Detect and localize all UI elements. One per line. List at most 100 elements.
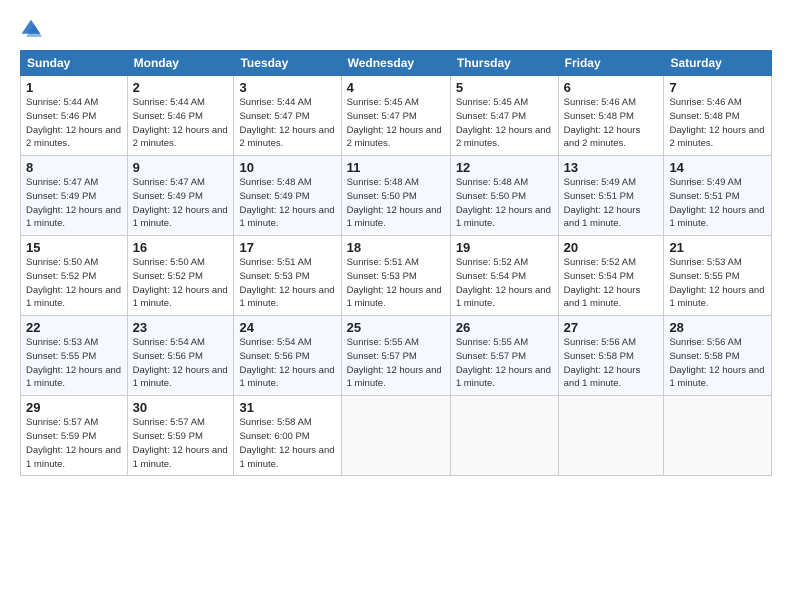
day-info: Sunrise: 5:45 AM Sunset: 5:47 PM Dayligh… (456, 96, 553, 151)
col-saturday: Saturday (664, 51, 772, 76)
calendar-cell: 5 Sunrise: 5:45 AM Sunset: 5:47 PM Dayli… (450, 76, 558, 156)
day-info: Sunrise: 5:55 AM Sunset: 5:57 PM Dayligh… (347, 336, 445, 391)
calendar-cell: 11 Sunrise: 5:48 AM Sunset: 5:50 PM Dayl… (341, 156, 450, 236)
page: Sunday Monday Tuesday Wednesday Thursday… (0, 0, 792, 486)
day-number: 15 (26, 240, 122, 255)
calendar-cell (558, 396, 664, 476)
day-info: Sunrise: 5:58 AM Sunset: 6:00 PM Dayligh… (239, 416, 335, 471)
calendar-cell: 4 Sunrise: 5:45 AM Sunset: 5:47 PM Dayli… (341, 76, 450, 156)
day-info: Sunrise: 5:45 AM Sunset: 5:47 PM Dayligh… (347, 96, 445, 151)
calendar-cell: 18 Sunrise: 5:51 AM Sunset: 5:53 PM Dayl… (341, 236, 450, 316)
day-number: 12 (456, 160, 553, 175)
calendar-cell: 23 Sunrise: 5:54 AM Sunset: 5:56 PM Dayl… (127, 316, 234, 396)
calendar-cell: 1 Sunrise: 5:44 AM Sunset: 5:46 PM Dayli… (21, 76, 128, 156)
day-info: Sunrise: 5:47 AM Sunset: 5:49 PM Dayligh… (26, 176, 122, 231)
calendar-cell: 14 Sunrise: 5:49 AM Sunset: 5:51 PM Dayl… (664, 156, 772, 236)
day-number: 4 (347, 80, 445, 95)
day-info: Sunrise: 5:55 AM Sunset: 5:57 PM Dayligh… (456, 336, 553, 391)
day-info: Sunrise: 5:53 AM Sunset: 5:55 PM Dayligh… (26, 336, 122, 391)
col-sunday: Sunday (21, 51, 128, 76)
day-info: Sunrise: 5:49 AM Sunset: 5:51 PM Dayligh… (564, 176, 659, 231)
day-number: 9 (133, 160, 229, 175)
day-info: Sunrise: 5:54 AM Sunset: 5:56 PM Dayligh… (239, 336, 335, 391)
day-number: 11 (347, 160, 445, 175)
day-info: Sunrise: 5:57 AM Sunset: 5:59 PM Dayligh… (133, 416, 229, 471)
calendar-cell (450, 396, 558, 476)
day-info: Sunrise: 5:44 AM Sunset: 5:47 PM Dayligh… (239, 96, 335, 151)
calendar-cell: 16 Sunrise: 5:50 AM Sunset: 5:52 PM Dayl… (127, 236, 234, 316)
week-row-2: 8 Sunrise: 5:47 AM Sunset: 5:49 PM Dayli… (21, 156, 772, 236)
calendar-cell: 13 Sunrise: 5:49 AM Sunset: 5:51 PM Dayl… (558, 156, 664, 236)
day-number: 10 (239, 160, 335, 175)
day-number: 22 (26, 320, 122, 335)
day-info: Sunrise: 5:57 AM Sunset: 5:59 PM Dayligh… (26, 416, 122, 471)
week-row-3: 15 Sunrise: 5:50 AM Sunset: 5:52 PM Dayl… (21, 236, 772, 316)
day-number: 17 (239, 240, 335, 255)
day-number: 13 (564, 160, 659, 175)
day-number: 7 (669, 80, 766, 95)
day-info: Sunrise: 5:48 AM Sunset: 5:50 PM Dayligh… (456, 176, 553, 231)
day-number: 3 (239, 80, 335, 95)
day-number: 21 (669, 240, 766, 255)
calendar-cell: 20 Sunrise: 5:52 AM Sunset: 5:54 PM Dayl… (558, 236, 664, 316)
col-tuesday: Tuesday (234, 51, 341, 76)
calendar-cell: 7 Sunrise: 5:46 AM Sunset: 5:48 PM Dayli… (664, 76, 772, 156)
calendar-cell: 30 Sunrise: 5:57 AM Sunset: 5:59 PM Dayl… (127, 396, 234, 476)
calendar-cell: 29 Sunrise: 5:57 AM Sunset: 5:59 PM Dayl… (21, 396, 128, 476)
day-number: 25 (347, 320, 445, 335)
calendar-cell: 17 Sunrise: 5:51 AM Sunset: 5:53 PM Dayl… (234, 236, 341, 316)
calendar-cell: 9 Sunrise: 5:47 AM Sunset: 5:49 PM Dayli… (127, 156, 234, 236)
day-info: Sunrise: 5:52 AM Sunset: 5:54 PM Dayligh… (456, 256, 553, 311)
header (20, 18, 772, 40)
calendar-cell: 24 Sunrise: 5:54 AM Sunset: 5:56 PM Dayl… (234, 316, 341, 396)
day-number: 8 (26, 160, 122, 175)
week-row-4: 22 Sunrise: 5:53 AM Sunset: 5:55 PM Dayl… (21, 316, 772, 396)
calendar-cell (341, 396, 450, 476)
day-info: Sunrise: 5:48 AM Sunset: 5:49 PM Dayligh… (239, 176, 335, 231)
day-number: 31 (239, 400, 335, 415)
day-number: 6 (564, 80, 659, 95)
day-info: Sunrise: 5:50 AM Sunset: 5:52 PM Dayligh… (26, 256, 122, 311)
col-monday: Monday (127, 51, 234, 76)
day-info: Sunrise: 5:47 AM Sunset: 5:49 PM Dayligh… (133, 176, 229, 231)
day-number: 30 (133, 400, 229, 415)
day-number: 26 (456, 320, 553, 335)
day-info: Sunrise: 5:46 AM Sunset: 5:48 PM Dayligh… (564, 96, 659, 151)
col-friday: Friday (558, 51, 664, 76)
calendar-cell: 26 Sunrise: 5:55 AM Sunset: 5:57 PM Dayl… (450, 316, 558, 396)
day-number: 19 (456, 240, 553, 255)
calendar-cell: 28 Sunrise: 5:56 AM Sunset: 5:58 PM Dayl… (664, 316, 772, 396)
day-number: 20 (564, 240, 659, 255)
day-number: 5 (456, 80, 553, 95)
calendar-body: 1 Sunrise: 5:44 AM Sunset: 5:46 PM Dayli… (21, 76, 772, 476)
day-info: Sunrise: 5:51 AM Sunset: 5:53 PM Dayligh… (239, 256, 335, 311)
day-number: 2 (133, 80, 229, 95)
day-info: Sunrise: 5:51 AM Sunset: 5:53 PM Dayligh… (347, 256, 445, 311)
day-number: 23 (133, 320, 229, 335)
day-number: 27 (564, 320, 659, 335)
calendar-cell: 22 Sunrise: 5:53 AM Sunset: 5:55 PM Dayl… (21, 316, 128, 396)
calendar-cell: 10 Sunrise: 5:48 AM Sunset: 5:49 PM Dayl… (234, 156, 341, 236)
day-number: 18 (347, 240, 445, 255)
day-info: Sunrise: 5:54 AM Sunset: 5:56 PM Dayligh… (133, 336, 229, 391)
day-info: Sunrise: 5:44 AM Sunset: 5:46 PM Dayligh… (133, 96, 229, 151)
header-row: Sunday Monday Tuesday Wednesday Thursday… (21, 51, 772, 76)
day-number: 24 (239, 320, 335, 335)
calendar-cell: 19 Sunrise: 5:52 AM Sunset: 5:54 PM Dayl… (450, 236, 558, 316)
day-info: Sunrise: 5:52 AM Sunset: 5:54 PM Dayligh… (564, 256, 659, 311)
day-info: Sunrise: 5:50 AM Sunset: 5:52 PM Dayligh… (133, 256, 229, 311)
day-info: Sunrise: 5:48 AM Sunset: 5:50 PM Dayligh… (347, 176, 445, 231)
week-row-1: 1 Sunrise: 5:44 AM Sunset: 5:46 PM Dayli… (21, 76, 772, 156)
calendar-cell: 31 Sunrise: 5:58 AM Sunset: 6:00 PM Dayl… (234, 396, 341, 476)
day-info: Sunrise: 5:56 AM Sunset: 5:58 PM Dayligh… (564, 336, 659, 391)
calendar-table: Sunday Monday Tuesday Wednesday Thursday… (20, 50, 772, 476)
calendar-cell: 3 Sunrise: 5:44 AM Sunset: 5:47 PM Dayli… (234, 76, 341, 156)
day-number: 28 (669, 320, 766, 335)
day-info: Sunrise: 5:46 AM Sunset: 5:48 PM Dayligh… (669, 96, 766, 151)
logo (20, 18, 46, 40)
day-info: Sunrise: 5:44 AM Sunset: 5:46 PM Dayligh… (26, 96, 122, 151)
day-info: Sunrise: 5:53 AM Sunset: 5:55 PM Dayligh… (669, 256, 766, 311)
day-number: 29 (26, 400, 122, 415)
calendar-cell: 12 Sunrise: 5:48 AM Sunset: 5:50 PM Dayl… (450, 156, 558, 236)
col-wednesday: Wednesday (341, 51, 450, 76)
